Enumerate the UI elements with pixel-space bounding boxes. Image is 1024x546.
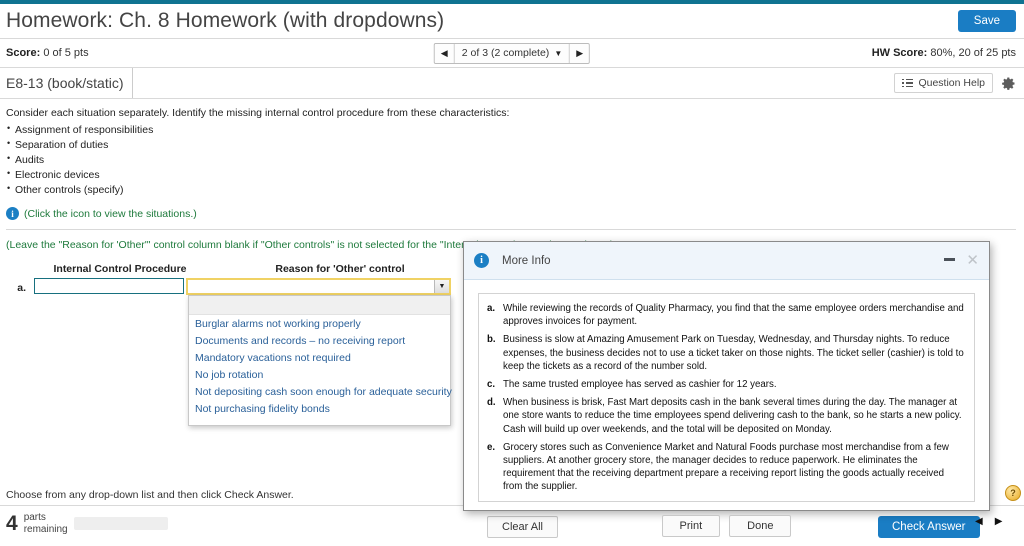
parts-label-line2: remaining bbox=[23, 523, 68, 535]
hw-score-text: HW Score: 80%, 20 of 25 pts bbox=[872, 47, 1016, 59]
parts-remaining: 4 parts remaining bbox=[6, 512, 168, 535]
print-button[interactable]: Print bbox=[661, 515, 721, 538]
hw-score-value: 80%, 20 of 25 pts bbox=[930, 47, 1016, 59]
info-icon: i bbox=[474, 253, 489, 268]
pager-prev-icon[interactable]: ◀ bbox=[434, 43, 455, 63]
characteristics-list: Assignment of responsibilities Separatio… bbox=[6, 122, 1016, 198]
pager-dropdown[interactable]: 2 of 3 (2 complete) ▼ bbox=[455, 44, 569, 63]
situations-box: a. While reviewing the records of Qualit… bbox=[478, 293, 975, 503]
save-button[interactable]: Save bbox=[957, 10, 1016, 32]
question-help-button[interactable]: Question Help bbox=[894, 73, 993, 93]
list-item: e. Grocery stores such as Convenience Ma… bbox=[487, 441, 964, 494]
reason-dropdown-value[interactable] bbox=[188, 280, 434, 294]
dialog-header: i More Info ✕ bbox=[464, 242, 989, 280]
pager-next-icon[interactable]: ▶ bbox=[569, 43, 590, 63]
question-pager[interactable]: ◀ 2 of 3 (2 complete) ▼ ▶ bbox=[433, 42, 591, 64]
page-title: Homework: Ch. 8 Homework (with dropdowns… bbox=[6, 9, 445, 32]
dialog-body: a. While reviewing the records of Qualit… bbox=[464, 280, 989, 538]
info-icon[interactable]: i bbox=[6, 207, 19, 221]
exercise-tools: Question Help bbox=[894, 73, 1024, 93]
list-item: Audits bbox=[6, 152, 1016, 168]
minimize-icon[interactable] bbox=[944, 257, 956, 261]
list-item: d. When business is brisk, Fast Mart dep… bbox=[487, 396, 964, 436]
internal-control-procedure-input[interactable] bbox=[34, 278, 184, 295]
footer-next-icon[interactable]: ▶ bbox=[995, 516, 1003, 527]
parts-remaining-count: 4 bbox=[6, 512, 18, 535]
reason-dropdown-wrapper: ▼ Burglar alarms not working properly Do… bbox=[186, 278, 452, 427]
score-text: Score: 0 of 5 pts bbox=[6, 47, 89, 59]
situation-key: c. bbox=[487, 378, 496, 390]
dropdown-option[interactable]: Documents and records – no receiving rep… bbox=[189, 332, 450, 349]
score-bar: Score: 0 of 5 pts ◀ 2 of 3 (2 complete) … bbox=[0, 39, 1024, 67]
situation-key: e. bbox=[487, 441, 496, 453]
dialog-footer: Print Done bbox=[478, 515, 975, 538]
list-item: Assignment of responsibilities bbox=[6, 122, 1016, 138]
dropdown-option[interactable]: Mandatory vacations not required bbox=[189, 349, 450, 366]
score-label: Score: bbox=[6, 47, 41, 59]
list-item: c. The same trusted employee has served … bbox=[487, 378, 964, 391]
pager-label: 2 of 3 (2 complete) bbox=[461, 47, 550, 59]
view-situations-link-row[interactable]: i (Click the icon to view the situations… bbox=[6, 207, 1016, 221]
parts-label-line1: parts bbox=[23, 512, 46, 523]
help-icon[interactable]: ? bbox=[1005, 485, 1021, 501]
chevron-down-icon: ▼ bbox=[554, 48, 563, 58]
gear-icon[interactable] bbox=[1001, 76, 1016, 91]
footer-instruction: Choose from any drop-down list and then … bbox=[6, 489, 294, 501]
list-icon bbox=[902, 78, 914, 88]
situation-text: The same trusted employee has served as … bbox=[503, 378, 777, 390]
dropdown-option[interactable]: Not depositing cash soon enough for adeq… bbox=[189, 383, 452, 400]
reason-dropdown-options-list[interactable]: Burglar alarms not working properly Docu… bbox=[188, 295, 452, 427]
situation-text: Business is slow at Amazing Amusement Pa… bbox=[503, 334, 964, 372]
exercise-bar: E8-13 (book/static) Question Help bbox=[0, 68, 1024, 99]
situation-text: Grocery stores such as Convenience Marke… bbox=[503, 441, 949, 493]
reason-dropdown[interactable]: ▼ bbox=[186, 278, 451, 296]
dialog-controls: ✕ bbox=[944, 253, 979, 268]
dropdown-option[interactable]: Not purchasing fidelity bonds bbox=[189, 400, 450, 417]
list-item: a. While reviewing the records of Qualit… bbox=[487, 302, 964, 328]
row-label-a: a. bbox=[17, 282, 26, 295]
chevron-down-icon[interactable]: ▼ bbox=[434, 280, 449, 294]
done-button[interactable]: Done bbox=[729, 515, 792, 538]
score-value: 0 of 5 pts bbox=[43, 47, 89, 59]
dropdown-option-blank[interactable] bbox=[189, 296, 450, 316]
situation-key: a. bbox=[487, 303, 496, 314]
problem-intro: Consider each situation separately. Iden… bbox=[6, 107, 510, 119]
list-item: b. Business is slow at Amazing Amusement… bbox=[487, 333, 964, 373]
hw-score-label: HW Score: bbox=[871, 47, 928, 59]
dropdown-option[interactable]: No job rotation bbox=[189, 366, 450, 383]
dialog-title: More Info bbox=[502, 254, 551, 267]
homework-header: Homework: Ch. 8 Homework (with dropdowns… bbox=[0, 4, 1024, 38]
question-help-label: Question Help bbox=[918, 77, 985, 89]
exercise-tab[interactable]: E8-13 (book/static) bbox=[0, 68, 133, 98]
column-header-reason-for-other-control: Reason for 'Other' control bbox=[275, 263, 405, 276]
list-item: Other controls (specify) bbox=[6, 182, 1016, 198]
progress-bar bbox=[73, 517, 168, 530]
view-situations-link[interactable]: (Click the icon to view the situations.) bbox=[24, 208, 197, 220]
problem-divider bbox=[6, 229, 1016, 231]
situation-text: When business is brisk, Fast Mart deposi… bbox=[503, 397, 962, 435]
parts-remaining-label: parts remaining bbox=[24, 512, 68, 535]
list-item: Electronic devices bbox=[6, 167, 1016, 183]
list-item: Separation of duties bbox=[6, 137, 1016, 153]
situation-key: b. bbox=[487, 334, 496, 346]
column-header-internal-control-procedure: Internal Control Procedure bbox=[53, 263, 187, 276]
dropdown-option[interactable]: Burglar alarms not working properly bbox=[189, 315, 450, 332]
situation-text: While reviewing the records of Quality P… bbox=[503, 303, 964, 328]
close-icon[interactable]: ✕ bbox=[966, 253, 979, 268]
more-info-dialog: i More Info ✕ a. While reviewing the rec… bbox=[463, 241, 990, 538]
situation-key: d. bbox=[487, 397, 496, 409]
